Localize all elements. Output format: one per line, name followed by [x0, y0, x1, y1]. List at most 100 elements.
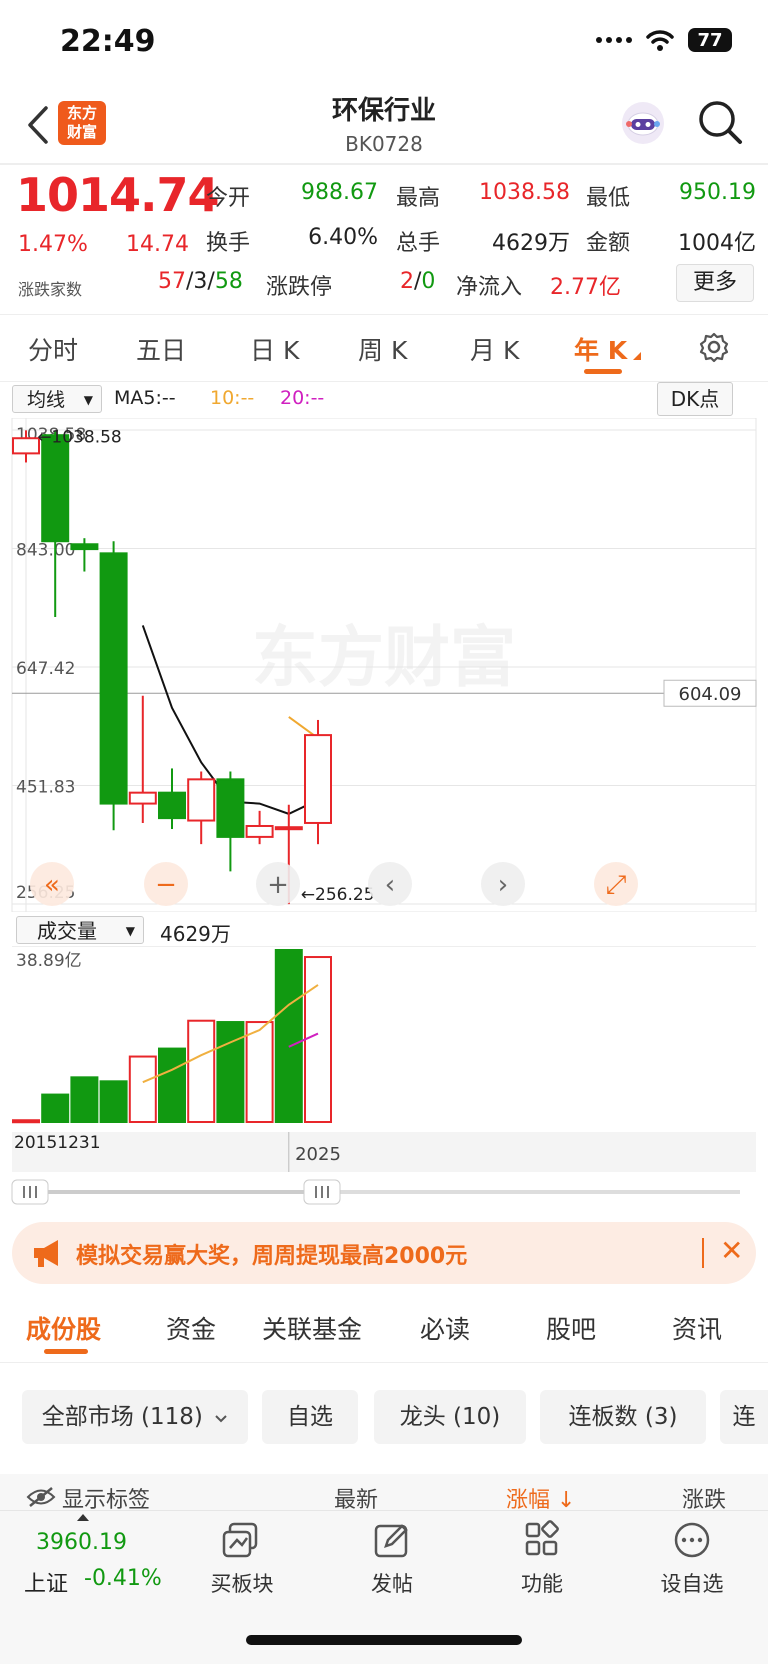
- volume-chart[interactable]: 38.89亿 20151231 2025: [0, 946, 768, 1186]
- volume-bar: [216, 1021, 245, 1123]
- tab-news[interactable]: 资讯: [672, 1310, 722, 1346]
- vol-select-label: 成交量: [37, 919, 97, 943]
- filter-watchlist[interactable]: 自选: [262, 1390, 358, 1444]
- nav-functions[interactable]: 功能: [494, 1520, 590, 1598]
- nav-buy-sector[interactable]: 买板块: [194, 1520, 290, 1598]
- zoom-out-button[interactable]: −: [144, 862, 188, 906]
- index-change[interactable]: -0.41%: [84, 1566, 162, 1591]
- filter-all-markets[interactable]: 全部市场 (118): [22, 1390, 248, 1444]
- netflow-value: 2.77亿: [550, 275, 621, 300]
- tab-daily-k[interactable]: 日 K: [250, 331, 299, 367]
- stat-label-open: 今开: [206, 186, 251, 211]
- kline-y-tick: 843.00: [16, 540, 75, 560]
- filter-more[interactable]: 连: [720, 1390, 768, 1444]
- nav-buy-sector-label: 买板块: [210, 1572, 274, 1596]
- tab-constituents[interactable]: 成份股: [26, 1310, 101, 1346]
- tab-forum[interactable]: 股吧: [546, 1310, 596, 1346]
- buy-sector-icon: [222, 1522, 258, 1558]
- candle: [99, 541, 128, 831]
- close-icon[interactable]: ✕: [720, 1234, 743, 1267]
- stat-label-low: 最低: [586, 186, 631, 211]
- period-tabs: 分时 五日 日 K 周 K 月 K 年 K: [0, 314, 768, 382]
- ma5-label: MA5:--: [114, 387, 176, 409]
- tab-funds[interactable]: 资金: [166, 1310, 216, 1346]
- limit-down: 0: [421, 269, 436, 294]
- more-button[interactable]: 更多: [676, 264, 754, 302]
- stat-label-turnover: 换手: [206, 231, 251, 256]
- x-axis-start-label: 20151231: [14, 1133, 101, 1153]
- index-name[interactable]: 上证: [24, 1566, 68, 1598]
- range-slider[interactable]: [0, 1172, 768, 1212]
- filter-all-markets-label: 全部市场 (118): [41, 1404, 203, 1430]
- content-tab-indicator: [44, 1349, 88, 1354]
- filter-consecutive-limit[interactable]: 连板数 (3): [540, 1390, 706, 1444]
- low-marker: ←256.25: [301, 885, 375, 905]
- tab-yearly-k[interactable]: 年 K: [574, 331, 627, 367]
- zoom-in-button[interactable]: +: [256, 862, 300, 906]
- stat-value-turnover: 6.40%: [308, 225, 378, 250]
- dk-point-select[interactable]: DK点: [657, 382, 733, 416]
- scroll-left-button[interactable]: ‹: [368, 862, 412, 906]
- caret-up-icon: [77, 1514, 89, 1521]
- candle: [245, 810, 274, 845]
- index-value[interactable]: 3960.19: [36, 1530, 127, 1555]
- stat-label-amount: 金额: [586, 231, 631, 256]
- fullscreen-button[interactable]: ⤢: [594, 862, 638, 906]
- candlestick-chart[interactable]: 东方财富 1038.58843.00647.42451.83256.25604.…: [0, 418, 768, 912]
- limit-up: 2: [400, 269, 414, 294]
- tab-must-read[interactable]: 必读: [420, 1310, 470, 1346]
- tab-five-day[interactable]: 五日: [136, 331, 186, 367]
- status-icons: 77: [596, 28, 732, 52]
- stat-value-volume: 4629万: [492, 231, 570, 256]
- chevron-down-icon: ▼: [83, 393, 93, 407]
- volume-bar: [12, 1119, 40, 1124]
- more-dots-icon: [674, 1522, 710, 1558]
- crosshair-label: 604.09: [679, 684, 742, 705]
- tab-related-funds[interactable]: 关联基金: [262, 1310, 362, 1346]
- volume-indicator-select[interactable]: 成交量 ▼: [16, 916, 144, 944]
- ma-indicator-select[interactable]: 均线 ▼: [12, 385, 102, 413]
- stat-value-amount: 1004亿: [678, 231, 756, 256]
- volume-bar: [70, 1076, 99, 1123]
- stat-label-high: 最高: [396, 186, 441, 211]
- svg-text:+: +: [267, 870, 289, 900]
- tab-intraday[interactable]: 分时: [28, 331, 78, 367]
- date-axis-band: [12, 1132, 756, 1172]
- slider-handle-left[interactable]: [11, 1179, 49, 1205]
- ma10-label: 10:--: [210, 387, 255, 409]
- settings-gear-icon[interactable]: [698, 331, 730, 363]
- netflow-label: 净流入: [456, 275, 523, 300]
- volume-bar: [187, 1019, 216, 1123]
- volume-bar: [304, 956, 332, 1124]
- filter-leaders[interactable]: 龙头 (10): [374, 1390, 526, 1444]
- assistant-robot-icon[interactable]: [620, 100, 666, 146]
- volume-y-tick: 38.89亿: [16, 951, 82, 971]
- eye-hidden-icon[interactable]: [26, 1486, 56, 1508]
- nav-add-watchlist[interactable]: 设自选: [644, 1520, 740, 1598]
- breadth-up: 57: [158, 269, 186, 294]
- volume-bar: [99, 1080, 128, 1124]
- megaphone-icon: [34, 1240, 58, 1267]
- high-marker: ←1038.58: [37, 427, 122, 447]
- search-icon[interactable]: [696, 98, 744, 146]
- header-divider: [0, 163, 768, 165]
- scroll-right-button[interactable]: ›: [481, 862, 525, 906]
- svg-text:›: ›: [498, 870, 508, 900]
- candle: [187, 771, 216, 845]
- promo-banner[interactable]: 模拟交易赢大奖，周周提现最高2000元 ✕: [12, 1222, 756, 1284]
- tab-weekly-k[interactable]: 周 K: [358, 331, 407, 367]
- breadth-label: 涨跌家数: [18, 280, 83, 299]
- slider-handle-right[interactable]: [303, 1179, 341, 1205]
- home-indicator: [246, 1635, 522, 1645]
- tab-monthly-k[interactable]: 月 K: [470, 331, 519, 367]
- watermark-text: 东方财富: [252, 619, 516, 696]
- nav-post[interactable]: 发帖: [344, 1520, 440, 1598]
- candle: [216, 771, 245, 872]
- volume-value: 4629万: [160, 922, 231, 946]
- fast-back-button[interactable]: «: [30, 862, 74, 906]
- x-axis-end-label: 2025: [295, 1144, 341, 1165]
- chevron-down-icon: [215, 1415, 227, 1423]
- breadth-down: 58: [214, 269, 243, 294]
- stat-value-high: 1038.58: [479, 180, 570, 205]
- stat-value-low: 950.19: [679, 180, 756, 205]
